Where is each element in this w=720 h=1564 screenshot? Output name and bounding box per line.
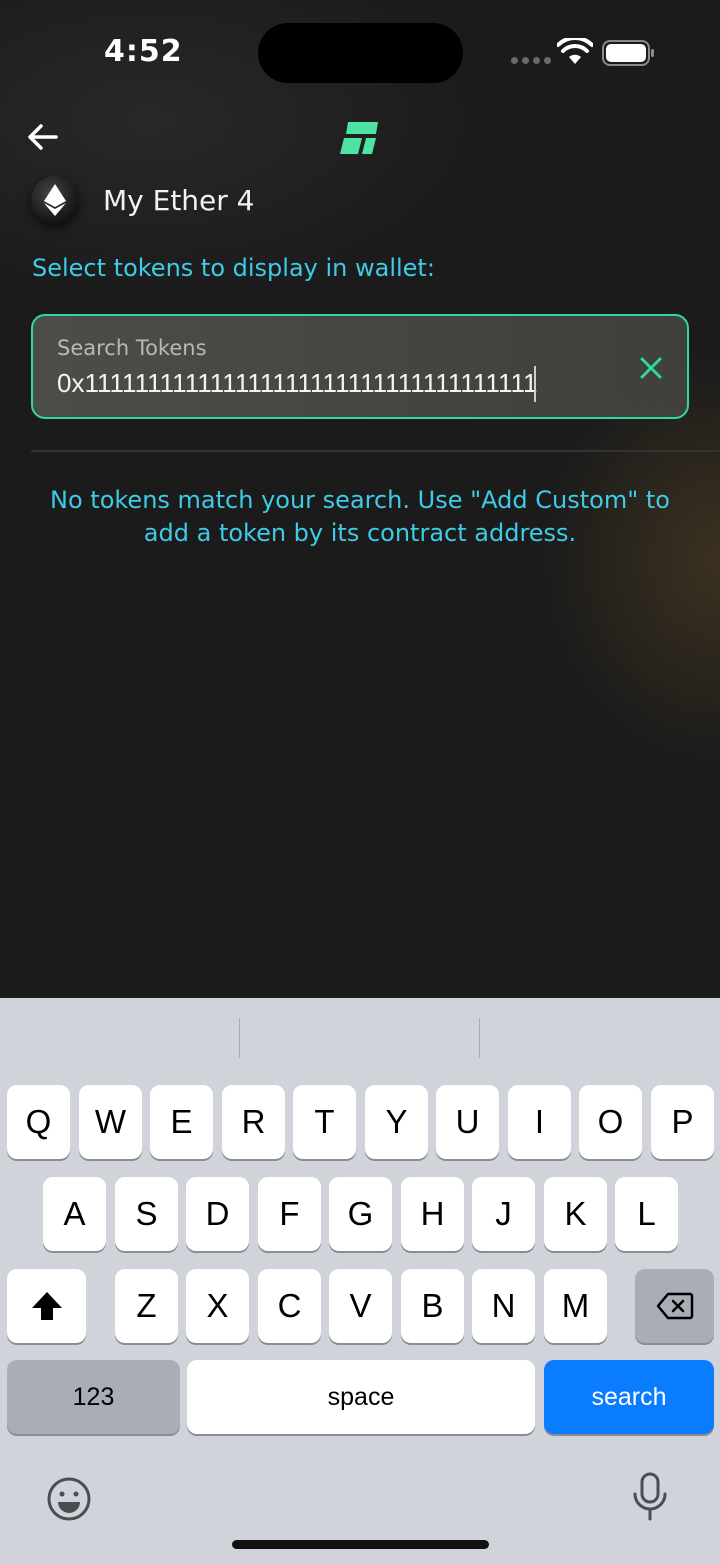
app-logo-icon (340, 122, 378, 154)
key-t[interactable]: T (293, 1085, 356, 1159)
search-key[interactable]: search (544, 1360, 714, 1434)
cellular-signal-icon (511, 57, 551, 64)
no-results-message: No tokens match your search. Use "Add Cu… (50, 486, 670, 547)
key-h[interactable]: H (401, 1177, 464, 1251)
on-screen-keyboard: Q W E R T Y U I O P A S D F G H J K L Z … (0, 998, 720, 1564)
key-j[interactable]: J (472, 1177, 535, 1251)
clear-search-icon[interactable] (637, 354, 665, 382)
numbers-key[interactable]: 123 (7, 1360, 180, 1434)
wallet-name: My Ether 4 (103, 183, 255, 217)
text-caret (534, 366, 536, 402)
key-i[interactable]: I (508, 1085, 571, 1159)
key-r[interactable]: R (222, 1085, 285, 1159)
microphone-icon[interactable] (632, 1472, 668, 1522)
wallet-header: My Ether 4 (31, 176, 255, 224)
search-input-value[interactable]: 0x11111111111111111111111111111111111111… (57, 368, 537, 399)
search-input-label: Search Tokens (57, 336, 207, 360)
ethereum-icon (31, 176, 79, 224)
space-key[interactable]: space (187, 1360, 535, 1434)
back-arrow-icon[interactable] (26, 120, 60, 154)
shift-key[interactable] (7, 1269, 86, 1343)
key-s[interactable]: S (115, 1177, 178, 1251)
key-z[interactable]: Z (115, 1269, 178, 1343)
backspace-key[interactable] (635, 1269, 714, 1343)
key-w[interactable]: W (79, 1085, 142, 1159)
key-g[interactable]: G (329, 1177, 392, 1251)
wifi-icon (557, 38, 593, 64)
home-indicator (232, 1540, 489, 1549)
emoji-icon[interactable] (46, 1476, 92, 1522)
key-q[interactable]: Q (7, 1085, 70, 1159)
key-l[interactable]: L (615, 1177, 678, 1251)
key-v[interactable]: V (329, 1269, 392, 1343)
suggestion-separator (479, 1018, 480, 1058)
dynamic-island (258, 23, 463, 83)
key-f[interactable]: F (258, 1177, 321, 1251)
key-n[interactable]: N (472, 1269, 535, 1343)
shift-icon (31, 1292, 62, 1320)
backspace-icon (656, 1292, 693, 1320)
instruction-text: Select tokens to display in wallet: (32, 254, 435, 282)
key-d[interactable]: D (186, 1177, 249, 1251)
key-o[interactable]: O (579, 1085, 642, 1159)
key-b[interactable]: B (401, 1269, 464, 1343)
key-y[interactable]: Y (365, 1085, 428, 1159)
key-e[interactable]: E (150, 1085, 213, 1159)
key-a[interactable]: A (43, 1177, 106, 1251)
key-u[interactable]: U (436, 1085, 499, 1159)
status-time: 4:52 (104, 34, 183, 69)
suggestion-separator (239, 1018, 240, 1058)
key-p[interactable]: P (651, 1085, 714, 1159)
search-tokens-input[interactable]: Search Tokens 0x111111111111111111111111… (31, 314, 689, 419)
key-m[interactable]: M (544, 1269, 607, 1343)
divider (31, 450, 720, 452)
key-x[interactable]: X (186, 1269, 249, 1343)
key-k[interactable]: K (544, 1177, 607, 1251)
key-c[interactable]: C (258, 1269, 321, 1343)
battery-icon (602, 40, 654, 66)
